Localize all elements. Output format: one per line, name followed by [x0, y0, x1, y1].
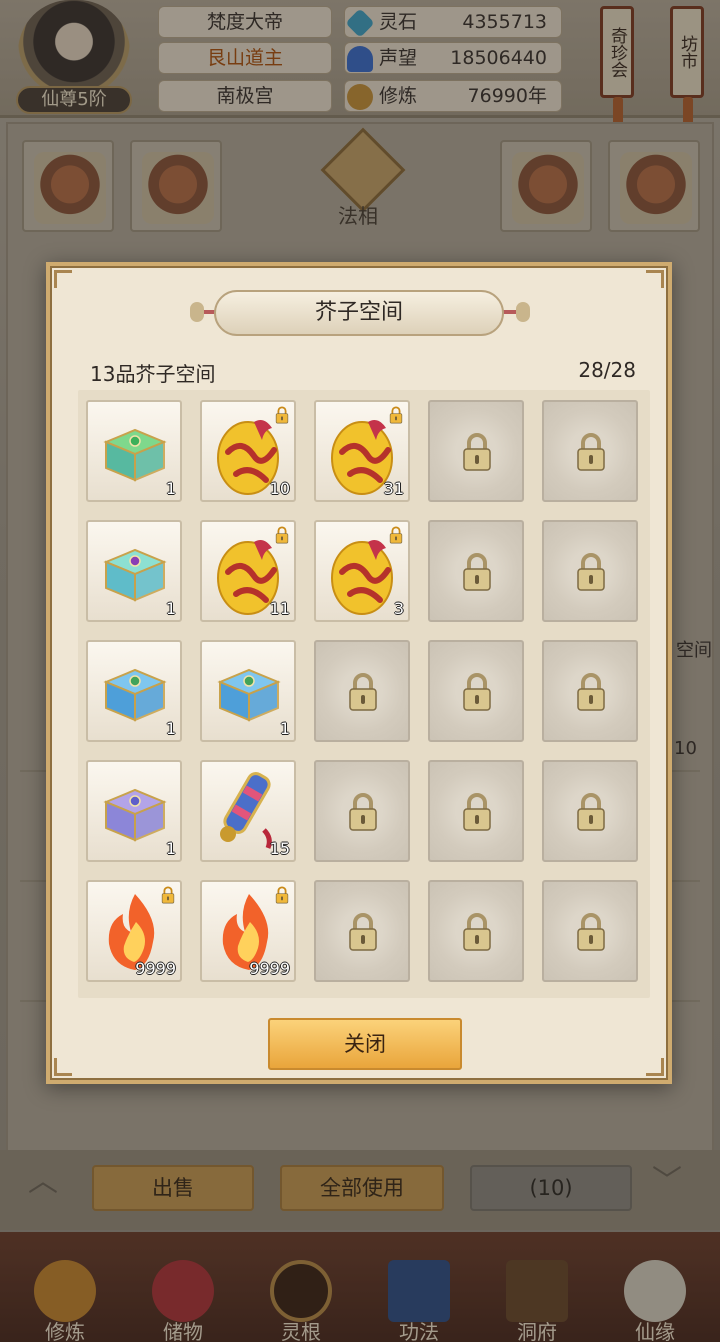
- locked-slot[interactable]: [428, 520, 524, 622]
- item-quantity: 15: [269, 839, 290, 858]
- locked-slot[interactable]: [428, 880, 524, 982]
- item-slot[interactable]: 1: [86, 640, 182, 742]
- item-quantity: 1: [165, 839, 176, 858]
- scroll-icon: [214, 768, 284, 850]
- item-quantity: 9999: [249, 959, 290, 978]
- locked-slot[interactable]: [428, 760, 524, 862]
- item-slot[interactable]: 9999: [86, 880, 182, 982]
- purple-chest-icon: [98, 780, 172, 844]
- item-slot[interactable]: 1: [200, 640, 296, 742]
- cyan-chest-icon: [98, 540, 172, 604]
- item-quantity: 3: [393, 599, 404, 618]
- mustard-space-dialog: 芥子空间 13品芥子空间 28/28 1 10 31 1 11 3 1 1 1: [46, 262, 672, 1084]
- lock-icon: [346, 792, 380, 832]
- locked-slot[interactable]: [542, 640, 638, 742]
- dialog-title: 芥子空间: [214, 290, 504, 336]
- capacity-counter: 28/28: [578, 358, 636, 382]
- lock-icon: [460, 432, 494, 472]
- bound-lock-icon: [388, 526, 404, 544]
- item-quantity: 1: [165, 599, 176, 618]
- dragon-egg-icon: [328, 532, 396, 616]
- blue-chest-icon: [212, 660, 286, 724]
- close-button[interactable]: 关闭: [268, 1018, 462, 1070]
- lock-icon: [460, 912, 494, 952]
- item-slot[interactable]: 15: [200, 760, 296, 862]
- item-slot[interactable]: 11: [200, 520, 296, 622]
- item-slot[interactable]: 1: [86, 520, 182, 622]
- locked-slot[interactable]: [314, 880, 410, 982]
- locked-slot[interactable]: [542, 520, 638, 622]
- locked-slot[interactable]: [542, 760, 638, 862]
- lock-icon: [460, 552, 494, 592]
- item-quantity: 1: [279, 719, 290, 738]
- locked-slot[interactable]: [542, 400, 638, 502]
- item-slot[interactable]: 3: [314, 520, 410, 622]
- locked-slot[interactable]: [428, 640, 524, 742]
- item-quantity: 1: [165, 479, 176, 498]
- corner-ornament: [646, 270, 664, 288]
- item-slot[interactable]: 1: [86, 760, 182, 862]
- locked-slot[interactable]: [314, 640, 410, 742]
- bound-lock-icon: [274, 526, 290, 544]
- lock-icon: [574, 672, 608, 712]
- locked-slot[interactable]: [428, 400, 524, 502]
- lock-icon: [346, 912, 380, 952]
- item-quantity: 10: [269, 479, 290, 498]
- locked-slot[interactable]: [314, 760, 410, 862]
- item-quantity: 9999: [135, 959, 176, 978]
- lock-icon: [574, 912, 608, 952]
- item-grid: 1 10 31 1 11 3 1 1 1 15 9999 9999: [78, 390, 650, 998]
- item-slot[interactable]: 31: [314, 400, 410, 502]
- green-chest-icon: [98, 420, 172, 484]
- corner-ornament: [54, 1058, 72, 1076]
- lock-icon: [346, 672, 380, 712]
- ribbon-ornament: [190, 302, 204, 322]
- corner-ornament: [54, 270, 72, 288]
- corner-ornament: [646, 1058, 664, 1076]
- bound-lock-icon: [274, 406, 290, 424]
- lock-icon: [460, 792, 494, 832]
- space-grade-label: 13品芥子空间: [90, 362, 216, 386]
- locked-slot[interactable]: [542, 880, 638, 982]
- bound-lock-icon: [274, 886, 290, 904]
- item-slot[interactable]: 9999: [200, 880, 296, 982]
- item-quantity: 1: [165, 719, 176, 738]
- bound-lock-icon: [388, 406, 404, 424]
- lock-icon: [574, 552, 608, 592]
- item-quantity: 31: [383, 479, 404, 498]
- bound-lock-icon: [160, 886, 176, 904]
- blue-chest-icon: [98, 660, 172, 724]
- item-slot[interactable]: 10: [200, 400, 296, 502]
- item-quantity: 11: [269, 599, 290, 618]
- lock-icon: [460, 672, 494, 712]
- item-slot[interactable]: 1: [86, 400, 182, 502]
- lock-icon: [574, 792, 608, 832]
- ribbon-ornament: [516, 302, 530, 322]
- lock-icon: [574, 432, 608, 472]
